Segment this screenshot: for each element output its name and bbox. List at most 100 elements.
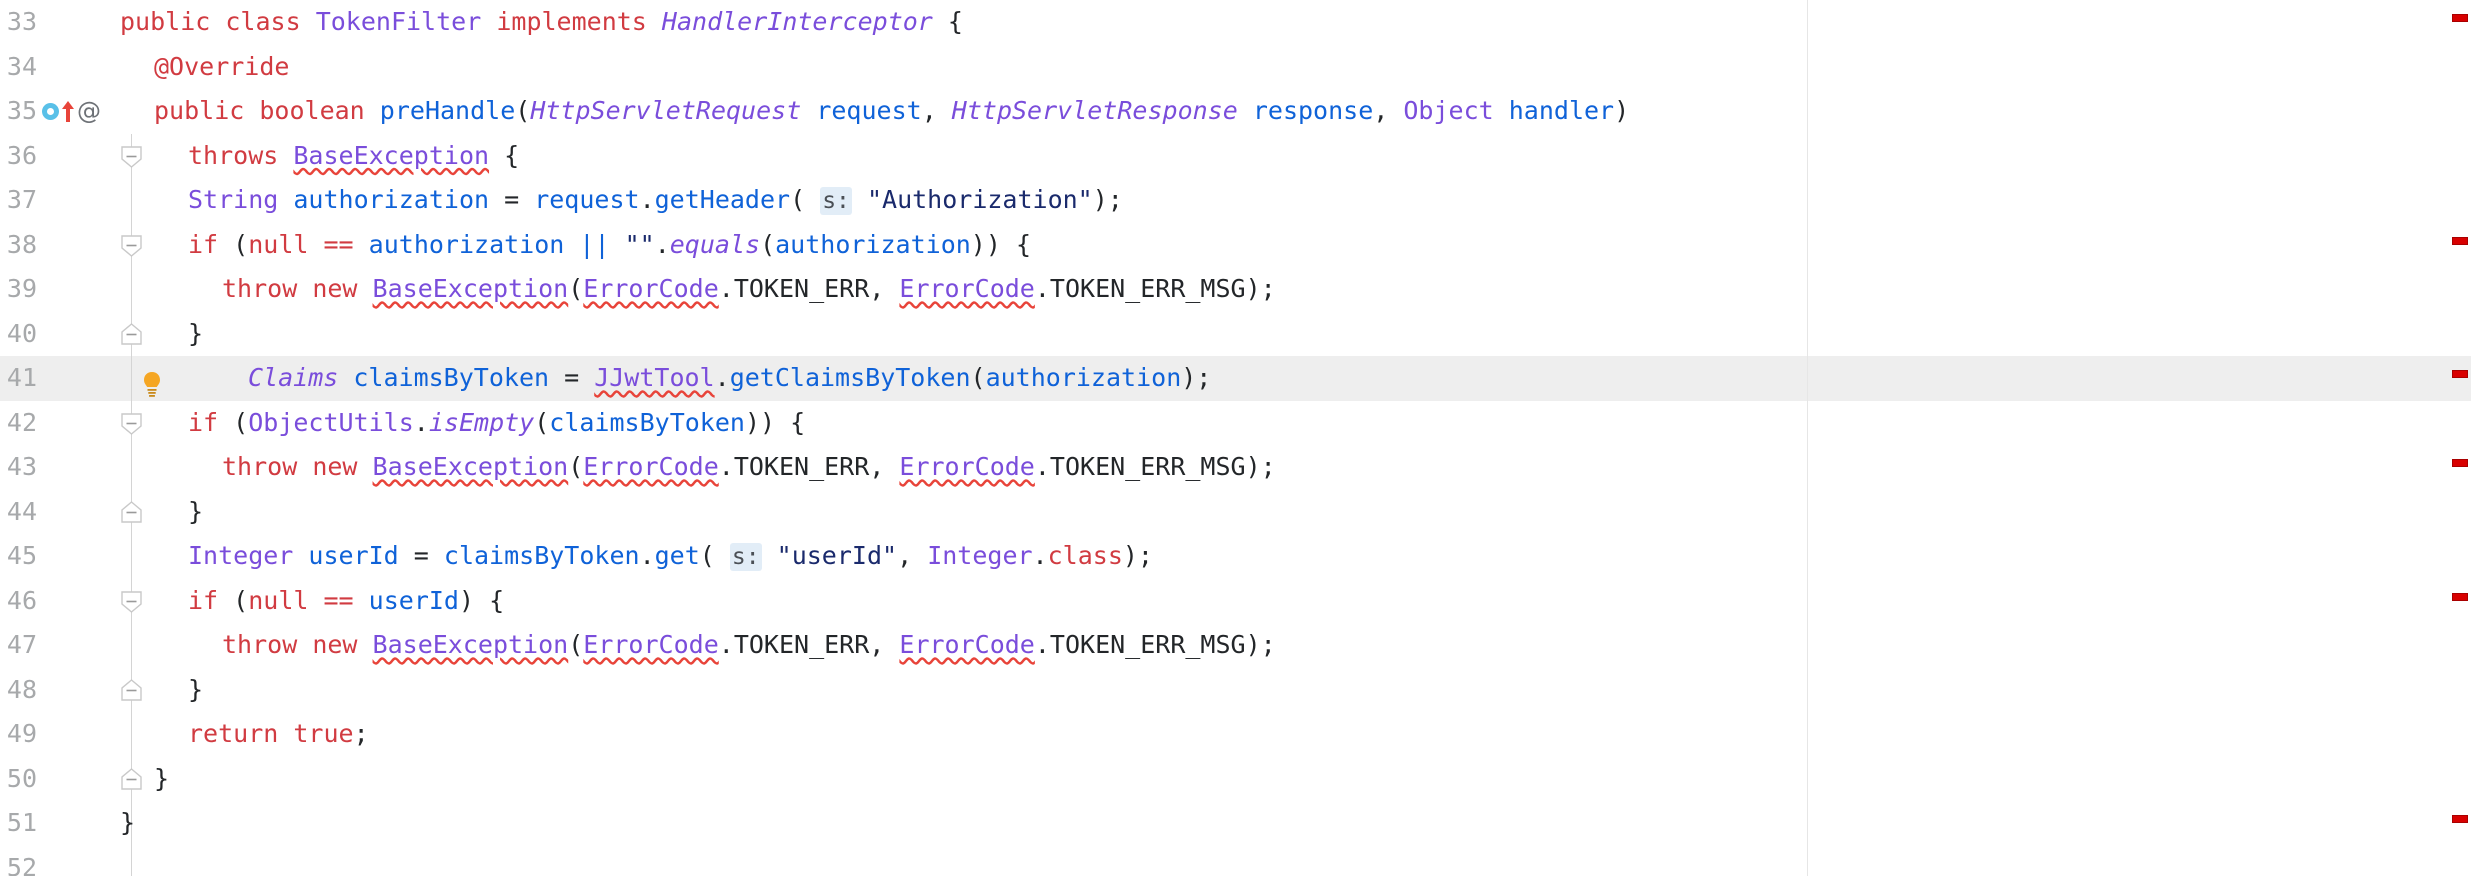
code-folding-column[interactable] [113, 756, 151, 801]
editor-gutter[interactable]: 38 [0, 223, 113, 268]
error-stripe-scrollbar[interactable] [2444, 0, 2471, 876]
code-folding-column[interactable] [113, 222, 151, 267]
overriding-method-arrow-icon[interactable] [61, 100, 75, 123]
error-stripe-marker[interactable] [2452, 815, 2468, 823]
code-line-text[interactable]: throw new BaseException(ErrorCode.TOKEN_… [222, 267, 1276, 312]
code-folding-column[interactable] [113, 534, 151, 579]
editor-line[interactable]: 33 public class TokenFilter implements Ha… [0, 0, 2471, 45]
intention-bulb-icon[interactable] [140, 367, 164, 397]
code-line-text[interactable]: } [120, 801, 135, 846]
error-stripe-marker[interactable] [2452, 459, 2468, 467]
code-folding-column[interactable] [113, 578, 151, 623]
fold-end-icon[interactable] [119, 500, 144, 525]
fold-end-icon[interactable] [119, 767, 144, 792]
gutter-icon-group[interactable]: @ [42, 89, 101, 134]
editor-gutter[interactable]: 40 [0, 312, 113, 357]
code-folding-column[interactable] [113, 667, 151, 712]
code-folding-column[interactable] [113, 712, 151, 757]
code-line-text[interactable]: } [188, 312, 203, 357]
code-folding-column[interactable] [113, 845, 151, 876]
error-stripe-marker[interactable] [2452, 370, 2468, 378]
editor-gutter[interactable]: 51 [0, 801, 113, 846]
editor-line[interactable]: 39 throw new BaseException(ErrorCode.TOKE… [0, 267, 2471, 312]
error-stripe-marker[interactable] [2452, 236, 2468, 245]
error-stripe-marker[interactable] [2452, 14, 2468, 22]
editor-gutter[interactable]: 52 [0, 846, 113, 876]
annotation-at-icon[interactable]: @ [77, 99, 101, 123]
editor-line[interactable]: 48} [0, 667, 2471, 713]
code-line-text[interactable]: throw new BaseException(ErrorCode.TOKEN_… [222, 623, 1276, 668]
editor-line[interactable]: 45 Integer userId = claimsByToken.get( s:… [0, 534, 2471, 579]
code-editor[interactable]: 33 public class TokenFilter implements Ha… [0, 0, 2471, 876]
code-line-text[interactable]: } [188, 668, 203, 713]
editor-gutter[interactable]: 49 [0, 712, 113, 757]
code-line-text[interactable]: return true; [188, 712, 369, 757]
fold-start-icon[interactable] [119, 233, 144, 258]
code-folding-column[interactable] [113, 267, 151, 312]
editor-line[interactable]: 35 @ public boolean preHandle(HttpServletR… [0, 89, 2471, 134]
code-folding-column[interactable] [113, 445, 151, 490]
editor-line[interactable]: 50} [0, 756, 2471, 802]
code-folding-column[interactable] [113, 133, 151, 178]
code-token: } [154, 763, 170, 793]
editor-gutter[interactable]: 33 [0, 0, 113, 45]
editor-gutter[interactable]: 36 [0, 134, 113, 179]
editor-line[interactable]: 47 throw new BaseException(ErrorCode.TOKE… [0, 623, 2471, 668]
editor-line[interactable]: 42 if (ObjectUtils.isEmpty(claimsByToken)… [0, 400, 2471, 446]
code-folding-column[interactable] [113, 623, 151, 668]
code-folding-column[interactable] [113, 89, 151, 134]
editor-line[interactable]: 40} [0, 311, 2471, 357]
editor-line-list[interactable]: 33 public class TokenFilter implements Ha… [0, 0, 2471, 876]
fold-end-icon[interactable] [119, 322, 144, 347]
editor-line[interactable]: 36 throws BaseException { [0, 133, 2471, 179]
editor-gutter[interactable]: 37 [0, 178, 113, 223]
code-line-text[interactable]: Integer userId = claimsByToken.get( s: "… [188, 534, 1153, 579]
editor-line[interactable]: 38 if (null == authorization || "".equals… [0, 222, 2471, 268]
editor-gutter[interactable]: 45 [0, 534, 113, 579]
editor-line[interactable]: 34 @Override [0, 45, 2471, 90]
code-line-text[interactable]: Claims claimsByToken = JJwtTool.getClaim… [248, 356, 1211, 401]
code-line-text[interactable]: } [188, 490, 203, 535]
editor-gutter[interactable]: 41 [0, 356, 113, 401]
editor-gutter[interactable]: 47 [0, 623, 113, 668]
editor-line[interactable]: 44} [0, 489, 2471, 535]
editor-gutter[interactable]: 35 @ [0, 89, 113, 134]
editor-gutter[interactable]: 44 [0, 490, 113, 535]
code-line-text[interactable]: throws BaseException { [188, 134, 519, 179]
editor-line[interactable]: 52 [0, 845, 2471, 876]
code-line-text[interactable]: public boolean preHandle(HttpServletRequ… [154, 89, 1629, 134]
editor-line[interactable]: 43 throw new BaseException(ErrorCode.TOKE… [0, 445, 2471, 490]
code-folding-column[interactable] [113, 400, 151, 445]
code-line-text[interactable]: @Override [154, 45, 289, 90]
editor-line[interactable]: 49 return true; [0, 712, 2471, 757]
editor-gutter[interactable]: 48 [0, 668, 113, 713]
error-stripe-marker[interactable] [2452, 592, 2468, 601]
editor-line[interactable]: 46 if (null == userId) { [0, 578, 2471, 624]
code-folding-column[interactable] [113, 311, 151, 356]
fold-start-icon[interactable] [119, 411, 144, 436]
fold-end-icon[interactable] [119, 678, 144, 703]
editor-line[interactable]: 37 String authorization = request.getHead… [0, 178, 2471, 223]
code-line-text[interactable]: throw new BaseException(ErrorCode.TOKEN_… [222, 445, 1276, 490]
code-line-text[interactable]: } [154, 757, 169, 802]
code-folding-column[interactable] [113, 178, 151, 223]
code-line-text[interactable]: if (null == authorization || "".equals(a… [188, 223, 1031, 268]
editor-gutter[interactable]: 43 [0, 445, 113, 490]
code-line-text[interactable]: public class TokenFilter implements Hand… [120, 0, 963, 45]
code-line-text[interactable]: if (ObjectUtils.isEmpty(claimsByToken)) … [188, 401, 805, 446]
editor-gutter[interactable]: 46 [0, 579, 113, 624]
code-line-text[interactable]: String authorization = request.getHeader… [188, 178, 1123, 223]
editor-line[interactable]: 51} [0, 801, 2471, 846]
implementing-method-icon[interactable] [42, 102, 59, 120]
editor-gutter[interactable]: 39 [0, 267, 113, 312]
editor-line[interactable]: 41 Claims claimsByToken = JJwtTool.getCla… [0, 356, 2471, 401]
code-folding-column[interactable] [113, 45, 151, 90]
editor-gutter[interactable]: 50 [0, 757, 113, 802]
code-folding-column[interactable] [113, 489, 151, 534]
code-token: ErrorCode [583, 274, 719, 303]
fold-start-icon[interactable] [119, 144, 144, 169]
code-line-text[interactable]: if (null == userId) { [188, 579, 504, 624]
editor-gutter[interactable]: 34 [0, 45, 113, 90]
fold-start-icon[interactable] [119, 589, 144, 614]
editor-gutter[interactable]: 42 [0, 401, 113, 446]
